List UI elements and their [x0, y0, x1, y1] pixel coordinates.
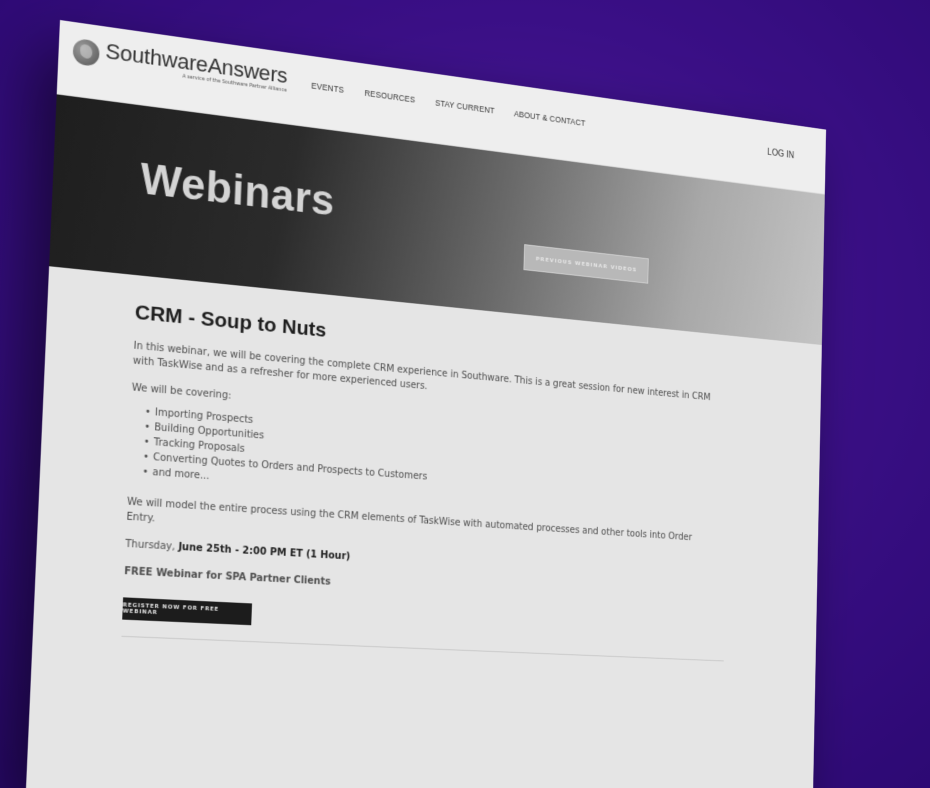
- logo-text: SouthwareAnswers A service of the Southw…: [105, 38, 288, 93]
- nav-resources[interactable]: RESOURCES: [364, 88, 415, 104]
- browser-screen: SouthwareAnswers A service of the Southw…: [25, 20, 827, 788]
- nav-about-contact[interactable]: ABOUT & CONTACT: [514, 109, 586, 128]
- nav-events[interactable]: EVENTS: [311, 81, 344, 95]
- webinar-date-time: June 25th - 2:00 PM ET (1 Hour): [178, 541, 351, 563]
- stage: SouthwareAnswers A service of the Southw…: [0, 0, 930, 788]
- main-nav: EVENTS RESOURCES STAY CURRENT ABOUT & CO…: [311, 81, 586, 128]
- nav-stay-current[interactable]: STAY CURRENT: [435, 98, 495, 115]
- login-link[interactable]: LOG IN: [767, 148, 794, 161]
- brain-logo-icon: [72, 37, 100, 67]
- webinar-day: Thursday,: [125, 538, 176, 553]
- register-button[interactable]: REGISTER NOW FOR FREE WEBINAR: [122, 597, 253, 626]
- page-title: Webinars: [139, 154, 336, 226]
- previous-webinar-videos-button[interactable]: PREVIOUS WEBINAR VIDEOS: [523, 244, 649, 284]
- divider: [121, 635, 724, 662]
- site-logo[interactable]: SouthwareAnswers A service of the Southw…: [72, 36, 288, 94]
